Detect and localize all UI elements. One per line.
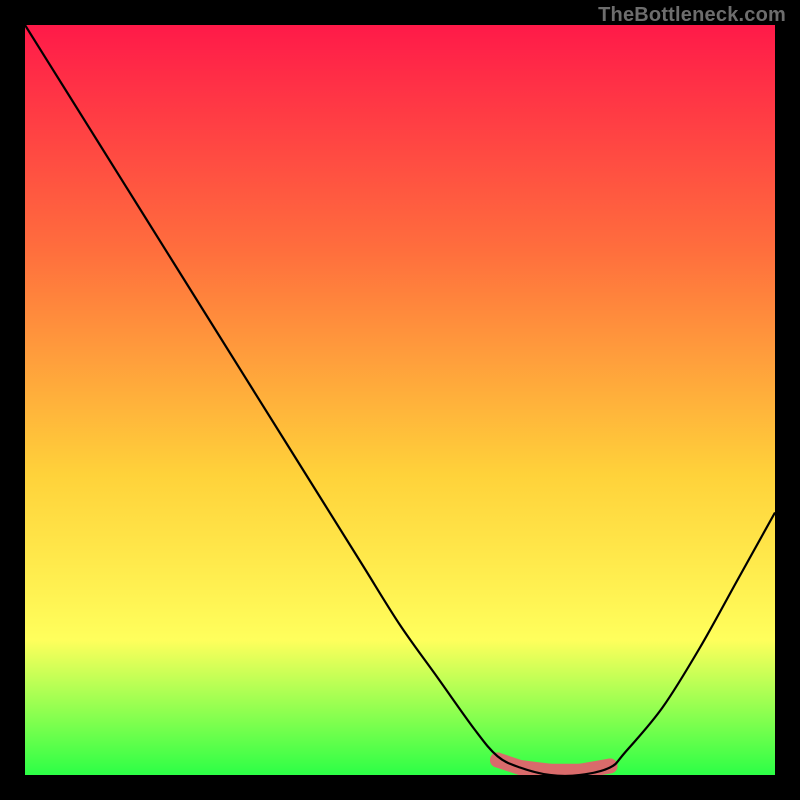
watermark-text: TheBottleneck.com — [598, 4, 786, 27]
gradient-background — [25, 25, 775, 775]
chart-frame: TheBottleneck.com — [0, 0, 800, 800]
highlight-marker — [603, 759, 618, 774]
plot-area — [25, 25, 775, 775]
plot-svg — [25, 25, 775, 775]
